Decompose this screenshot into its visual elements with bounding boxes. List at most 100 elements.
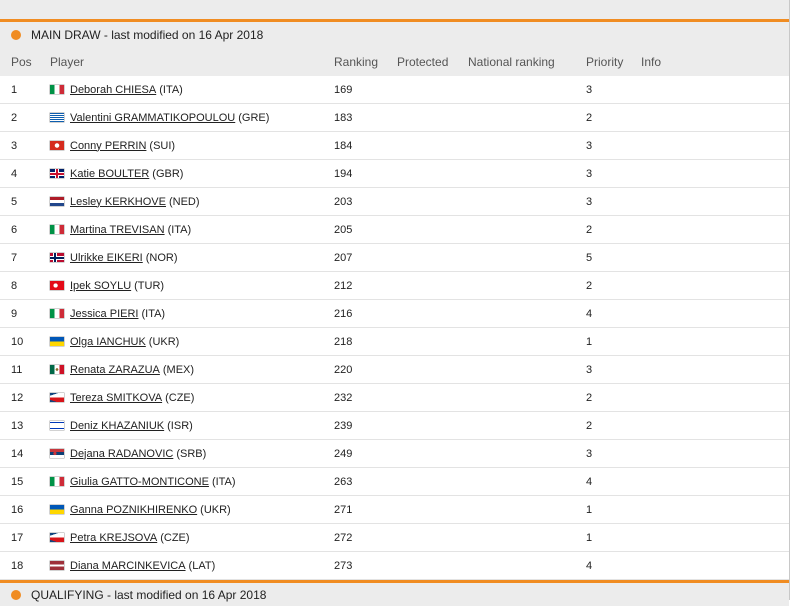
player-link[interactable]: Ulrikke EIKERI (70, 252, 143, 264)
pos-cell: 3 (11, 139, 18, 152)
main-draw-title: MAIN DRAW - last modified on 16 Apr 2018 (31, 28, 264, 42)
player-link[interactable]: Conny PERRIN (70, 140, 146, 152)
col-ranking-header: Ranking (334, 55, 379, 69)
player-cell: Deborah CHIESA (ITA) (50, 84, 334, 96)
table-row: 11 Renata ZARAZUA (MEX) 220 3 (0, 356, 789, 384)
ranking-cell: 169 (334, 83, 353, 96)
pos-cell: 12 (11, 391, 24, 404)
priority-cell: 3 (586, 363, 593, 376)
player-link[interactable]: Deborah CHIESA (70, 84, 156, 96)
priority-cell: 1 (586, 531, 593, 544)
player-link[interactable]: Ganna POZNIKHIRENKO (70, 504, 197, 516)
ranking-cell: 216 (334, 307, 353, 320)
qualifying-header[interactable]: QUALIFYING - last modified on 16 Apr 201… (0, 583, 789, 606)
country-flag-icon (50, 225, 64, 234)
col-protected-header: Protected (397, 55, 449, 69)
player-link[interactable]: Dejana RADANOVIC (70, 448, 173, 460)
country-flag-icon (50, 477, 64, 486)
table-row: 4 Katie BOULTER (GBR) 194 3 (0, 160, 789, 188)
table-row: 8 Ipek SOYLU (TUR) 212 2 (0, 272, 789, 300)
table-row: 9 Jessica PIERI (ITA) 216 4 (0, 300, 789, 328)
country-flag-icon (50, 561, 64, 570)
nationality-label: (ITA) (159, 83, 183, 96)
entry-list-panel: MAIN DRAW - last modified on 16 Apr 2018… (0, 0, 790, 606)
player-cell: Dejana RADANOVIC (SRB) (50, 448, 334, 460)
player-link[interactable]: Renata ZARAZUA (70, 364, 160, 376)
player-link[interactable]: Giulia GATTO-MONTICONE (70, 476, 209, 488)
column-headers: Pos Player Ranking Protected National ra… (0, 48, 789, 76)
player-link[interactable]: Katie BOULTER (70, 168, 149, 180)
priority-cell: 5 (586, 251, 593, 264)
pos-cell: 13 (11, 419, 24, 432)
player-link[interactable]: Olga IANCHUK (70, 336, 146, 348)
player-link[interactable]: Deniz KHAZANIUK (70, 420, 164, 432)
table-row: 14 Dejana RADANOVIC (SRB) 249 3 (0, 440, 789, 468)
country-flag-icon (50, 281, 64, 290)
table-row: 18 Diana MARCINKEVICA (LAT) 273 4 (0, 552, 789, 580)
priority-cell: 1 (586, 335, 593, 348)
player-link[interactable]: Tereza SMITKOVA (70, 392, 162, 404)
player-cell: Ipek SOYLU (TUR) (50, 280, 334, 292)
col-info-header: Info (641, 55, 662, 69)
player-link[interactable]: Diana MARCINKEVICA (70, 560, 186, 572)
country-flag-icon (50, 449, 64, 458)
ranking-cell: 212 (334, 279, 353, 292)
col-national-ranking-header: National ranking (468, 55, 555, 69)
ranking-cell: 207 (334, 251, 353, 264)
player-cell: Conny PERRIN (SUI) (50, 140, 334, 152)
nationality-label: (ISR) (167, 419, 193, 432)
pos-cell: 4 (11, 167, 18, 180)
table-row: 12 Tereza SMITKOVA (CZE) 232 2 (0, 384, 789, 412)
ranking-cell: 249 (334, 447, 353, 460)
player-cell: Renata ZARAZUA (MEX) (50, 364, 334, 376)
priority-cell: 3 (586, 139, 593, 152)
ranking-cell: 194 (334, 167, 353, 180)
main-draw-header[interactable]: MAIN DRAW - last modified on 16 Apr 2018 (0, 22, 789, 48)
player-link[interactable]: Jessica PIERI (70, 308, 138, 320)
player-cell: Olga IANCHUK (UKR) (50, 336, 334, 348)
priority-cell: 2 (586, 223, 593, 236)
player-link[interactable]: Martina TREVISAN (70, 224, 165, 236)
player-link[interactable]: Ipek SOYLU (70, 280, 131, 292)
table-row: 2 Valentini GRAMMATIKOPOULOU (GRE) 183 2 (0, 104, 789, 132)
player-link[interactable]: Petra KREJSOVA (70, 532, 157, 544)
nationality-label: (GRE) (238, 111, 270, 124)
pos-cell: 14 (11, 447, 24, 460)
priority-cell: 3 (586, 83, 593, 96)
pos-cell: 8 (11, 279, 18, 292)
country-flag-icon (50, 169, 64, 178)
player-link[interactable]: Valentini GRAMMATIKOPOULOU (70, 112, 235, 124)
nationality-label: (CZE) (165, 391, 195, 404)
priority-cell: 4 (586, 475, 593, 488)
player-link[interactable]: Lesley KERKHOVE (70, 196, 166, 208)
ranking-cell: 272 (334, 531, 353, 544)
pos-cell: 7 (11, 251, 18, 264)
country-flag-icon (50, 113, 64, 122)
player-cell: Petra KREJSOVA (CZE) (50, 532, 334, 544)
player-cell: Diana MARCINKEVICA (LAT) (50, 560, 334, 572)
player-cell: Katie BOULTER (GBR) (50, 168, 334, 180)
nationality-label: (CZE) (160, 531, 190, 544)
country-flag-icon (50, 393, 64, 402)
country-flag-icon (50, 253, 64, 262)
priority-cell: 3 (586, 167, 593, 180)
pos-cell: 2 (11, 111, 18, 124)
table-row: 6 Martina TREVISAN (ITA) 205 2 (0, 216, 789, 244)
nationality-label: (SRB) (176, 447, 207, 460)
ranking-cell: 263 (334, 475, 353, 488)
nationality-label: (LAT) (188, 559, 216, 572)
ranking-cell: 183 (334, 111, 353, 124)
priority-cell: 3 (586, 447, 593, 460)
priority-cell: 2 (586, 111, 593, 124)
table-row: 13 Deniz KHAZANIUK (ISR) 239 2 (0, 412, 789, 440)
top-bar (0, 0, 789, 19)
ranking-cell: 273 (334, 559, 353, 572)
table-row: 17 Petra KREJSOVA (CZE) 272 1 (0, 524, 789, 552)
pos-cell: 15 (11, 475, 24, 488)
nationality-label: (ITA) (167, 223, 192, 236)
player-cell: Ulrikke EIKERI (NOR) (50, 252, 334, 264)
pos-cell: 17 (11, 531, 24, 544)
ranking-cell: 220 (334, 363, 353, 376)
nationality-label: (SUI) (149, 139, 176, 152)
pos-cell: 1 (11, 83, 18, 96)
